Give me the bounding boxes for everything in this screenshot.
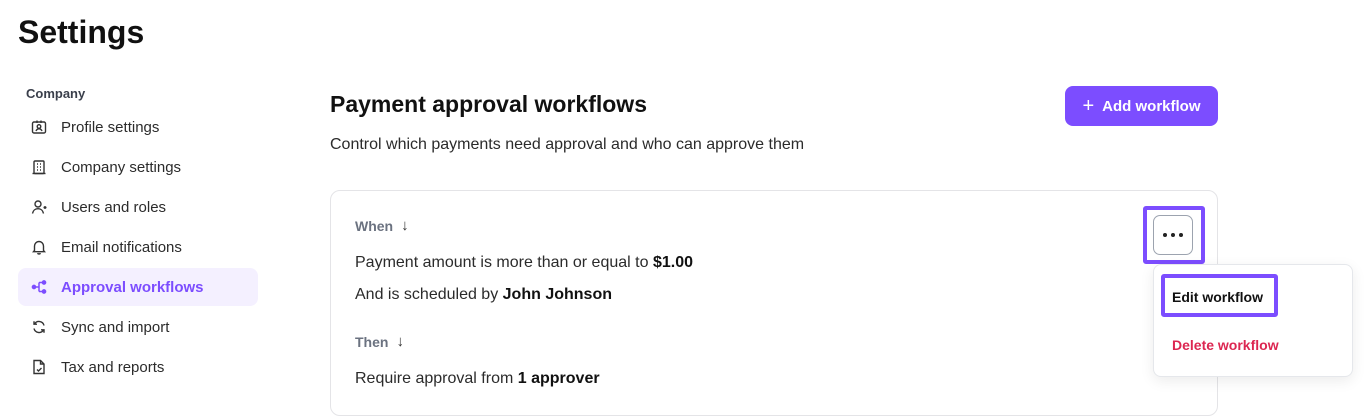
sidebar-item-label: Approval workflows (61, 278, 204, 296)
then-label: Then ↓ (355, 333, 404, 350)
action-approval-value: 1 approver (517, 370, 600, 387)
sidebar-item-label: Email notifications (61, 238, 182, 256)
sidebar-item-tax-and-reports[interactable]: Tax and reports (18, 348, 258, 386)
user-icon (30, 198, 48, 216)
sidebar-item-label: Sync and import (61, 318, 170, 336)
condition-amount-value: $1.00 (652, 254, 693, 271)
page-title: Settings (18, 14, 145, 50)
condition-scheduler-value: John Johnson (502, 286, 612, 303)
plus-icon: + (1082, 95, 1095, 117)
add-workflow-label: Add workflow (1102, 97, 1201, 115)
sidebar-item-label: Users and roles (61, 198, 167, 216)
building-icon (30, 158, 48, 176)
sidebar-item-email-notifications[interactable]: Email notifications (18, 228, 258, 266)
arrow-down-icon: ↓ (396, 333, 404, 350)
sidebar-nav: Profile settings Company settings Users … (18, 108, 258, 386)
sidebar-item-label: Profile settings (61, 118, 160, 136)
condition-scheduler: And is scheduled by John Johnson (355, 286, 612, 304)
more-dot-icon (1171, 233, 1175, 237)
condition-amount: Payment amount is more than or equal to … (355, 254, 693, 272)
sidebar-item-label: Tax and reports (61, 358, 165, 376)
more-options-button[interactable] (1153, 215, 1193, 255)
sync-icon (30, 318, 48, 336)
sidebar-item-sync-and-import[interactable]: Sync and import (18, 308, 258, 346)
more-dot-icon (1179, 233, 1183, 237)
sidebar-item-company-settings[interactable]: Company settings (18, 148, 258, 186)
workflow-icon (30, 278, 48, 296)
id-card-icon (30, 118, 48, 136)
action-approval: Require approval from 1 approver (355, 370, 600, 388)
workflow-card: When ↓ Payment amount is more than or eq… (330, 190, 1218, 416)
sidebar-section-label: Company (26, 86, 86, 101)
sidebar-item-label: Company settings (61, 158, 182, 176)
arrow-down-icon: ↓ (401, 217, 409, 234)
condition-amount-text: Payment amount is more than or equal to (355, 254, 649, 271)
sidebar-item-users-and-roles[interactable]: Users and roles (18, 188, 258, 226)
bell-icon (30, 238, 48, 256)
condition-scheduler-text: And is scheduled by (355, 286, 499, 303)
when-label: When ↓ (355, 217, 409, 234)
delete-workflow-menu-item[interactable]: Delete workflow (1172, 337, 1279, 353)
sidebar-item-profile-settings[interactable]: Profile settings (18, 108, 258, 146)
sidebar-item-approval-workflows[interactable]: Approval workflows (18, 268, 258, 306)
then-label-text: Then (355, 333, 389, 350)
edit-item-highlight (1161, 274, 1278, 317)
section-subtitle: Control which payments need approval and… (330, 136, 805, 153)
add-workflow-button[interactable]: + Add workflow (1065, 86, 1218, 126)
section-title: Payment approval workflows (330, 91, 647, 117)
settings-sidebar: Company Profile settings Company setting… (18, 86, 258, 388)
document-icon (30, 358, 48, 376)
action-approval-text: Require approval from (355, 370, 514, 387)
when-label-text: When (355, 217, 394, 234)
more-dot-icon (1163, 233, 1167, 237)
